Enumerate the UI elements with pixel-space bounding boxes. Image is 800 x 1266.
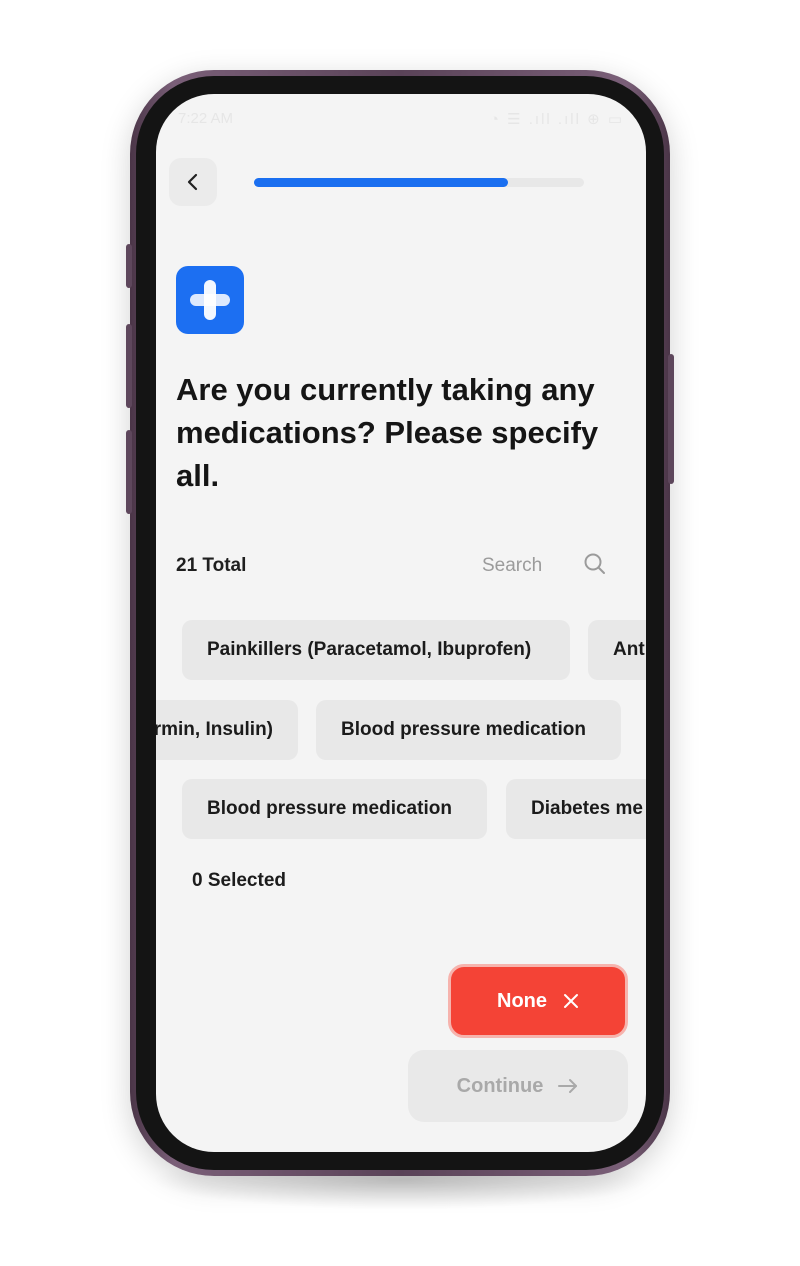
status-time: 7:22 AM (178, 110, 234, 127)
chip-row-1: Painkillers (Paracetamol, Ibuprofen) Ant (156, 620, 646, 680)
selected-count: 0 Selected (192, 870, 286, 891)
none-button-label: None (497, 989, 547, 1012)
chip-blood-pressure-2[interactable]: Blood pressure medication (182, 779, 487, 839)
chip-label: Diabetes me (531, 798, 643, 819)
status-bar: 7:22 AM ◔ ☰ .ıll .ıll ⊕ ▭ (178, 110, 624, 130)
none-button[interactable]: None (448, 964, 628, 1038)
continue-button[interactable]: Continue (408, 1050, 628, 1122)
chip-label: Blood pressure medication (207, 798, 452, 819)
chip-label: Ant (613, 639, 645, 660)
chip-row-3: Blood pressure medication Diabetes me (156, 779, 646, 839)
close-icon (564, 994, 578, 1008)
progress-fill (254, 178, 509, 187)
chip-label: rmin, Insulin) (156, 719, 273, 740)
volume-down-button (126, 324, 132, 408)
medical-cross-icon (176, 266, 244, 334)
chip-painkillers[interactable]: Painkillers (Paracetamol, Ibuprofen) (182, 620, 570, 680)
volume-up-button (126, 244, 132, 288)
chip-label: Blood pressure medication (341, 719, 586, 740)
arrow-right-icon (558, 1079, 578, 1093)
progress-bar (254, 178, 584, 187)
chip-row-2: rmin, Insulin) Blood pressure medication (156, 700, 646, 760)
chip-blood-pressure[interactable]: Blood pressure medication (316, 700, 621, 760)
chip-antibiotics[interactable]: Ant (588, 620, 646, 680)
power-button (668, 354, 674, 484)
search-icon[interactable] (582, 551, 608, 577)
back-button[interactable] (169, 158, 217, 206)
silent-switch (126, 430, 132, 514)
search-input[interactable]: Search (482, 555, 542, 577)
status-icons: ◔ ☰ .ıll .ıll ⊕ ▭ (489, 111, 624, 128)
chip-label: Painkillers (Paracetamol, Ibuprofen) (207, 639, 532, 660)
continue-button-label: Continue (456, 1074, 544, 1097)
app-screen: 7:22 AM ◔ ☰ .ıll .ıll ⊕ ▭ Are you curren… (156, 94, 646, 1152)
total-count: 21 Total (176, 555, 247, 576)
question-title: Are you currently taking any medications… (176, 372, 599, 493)
chip-diabetes-clipped[interactable]: rmin, Insulin) (156, 700, 298, 760)
chevron-left-icon (187, 173, 198, 191)
chip-diabetes[interactable]: Diabetes me (506, 779, 646, 839)
